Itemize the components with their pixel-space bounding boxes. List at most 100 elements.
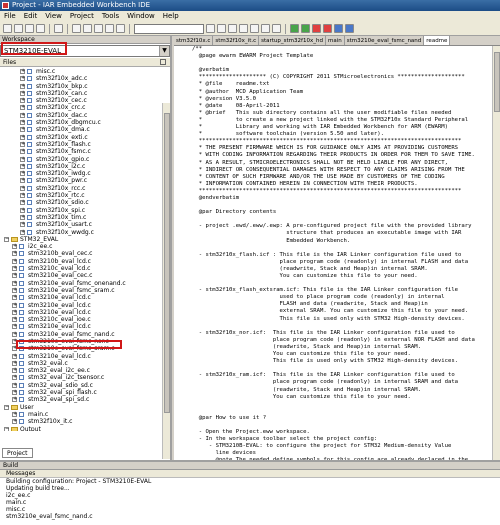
- message-line[interactable]: Updating build tree...: [0, 485, 500, 492]
- message-line[interactable]: misc.c: [0, 506, 500, 513]
- tree-file[interactable]: + stm32f10x_tim.c: [0, 214, 170, 221]
- expand-icon[interactable]: +: [12, 317, 17, 323]
- expand-icon[interactable]: +: [12, 309, 17, 315]
- expand-icon[interactable]: +: [12, 258, 17, 264]
- tree-folder[interactable]: − Output: [0, 426, 170, 431]
- tab-project[interactable]: Project: [2, 448, 33, 458]
- expand-icon[interactable]: +: [12, 331, 17, 337]
- bookmark-next-icon[interactable]: [250, 24, 259, 33]
- menu-tools[interactable]: Tools: [98, 11, 123, 22]
- tree-file[interactable]: + stm32_eval_i2c_tsensor.c: [0, 374, 170, 381]
- tree-file[interactable]: + main.c: [0, 411, 170, 418]
- paste-icon[interactable]: [94, 24, 103, 33]
- tree-file[interactable]: + stm3210b_eval_cec.c: [0, 250, 170, 257]
- tree-file[interactable]: + stm32_eval_sdio_sd.c: [0, 382, 170, 389]
- message-line[interactable]: main.c: [0, 499, 500, 506]
- expand-icon[interactable]: +: [20, 134, 25, 140]
- menu-window[interactable]: Window: [123, 11, 159, 22]
- editor-tab[interactable]: main: [326, 36, 345, 45]
- tree-file[interactable]: + stm3210e_eval_lcd.c: [0, 294, 170, 301]
- editor-tab[interactable]: stm3210e_eval_fsmc_nand: [345, 36, 425, 45]
- tree-file[interactable]: + stm3210e_eval_lcd.c: [0, 323, 170, 330]
- expand-icon[interactable]: +: [12, 368, 17, 374]
- editor-tab[interactable]: readme: [424, 36, 451, 45]
- new-file-icon[interactable]: [3, 24, 12, 33]
- make-icon[interactable]: [301, 24, 310, 33]
- expand-icon[interactable]: +: [12, 302, 17, 308]
- save-icon[interactable]: [25, 24, 34, 33]
- tree-file[interactable]: + stm3210e_eval_lcd.c: [0, 353, 170, 360]
- download-debug-icon[interactable]: [345, 24, 354, 33]
- tree-folder[interactable]: − STM32_EVAL: [0, 236, 170, 243]
- bookmark-icon[interactable]: [239, 24, 248, 33]
- tree-file[interactable]: + stm32f10x_crc.c: [0, 104, 170, 111]
- menu-view[interactable]: View: [41, 11, 66, 22]
- scroll-thumb[interactable]: [164, 113, 170, 413]
- menu-project[interactable]: Project: [66, 11, 98, 22]
- tree-file[interactable]: + stm3210e_eval_fsmc_nand.c: [0, 331, 170, 338]
- breakpoint-icon[interactable]: [323, 24, 332, 33]
- tree-file[interactable]: + stm32f10x_sdio.c: [0, 199, 170, 206]
- tree-file[interactable]: + stm3210e_eval_lcd.c: [0, 309, 170, 316]
- expand-icon[interactable]: +: [20, 83, 25, 89]
- expand-icon[interactable]: +: [20, 178, 25, 184]
- collapse-icon[interactable]: −: [4, 404, 9, 410]
- tree-file[interactable]: + stm32_eval_spi_flash.c: [0, 389, 170, 396]
- stop-build-icon[interactable]: [312, 24, 321, 33]
- tree-file[interactable]: + stm3210e_eval_fsmc_nor.c: [0, 338, 170, 345]
- expand-icon[interactable]: +: [20, 200, 25, 206]
- expand-icon[interactable]: +: [20, 163, 25, 169]
- expand-icon[interactable]: +: [20, 207, 25, 213]
- tree-file[interactable]: + stm32f10x_flash.c: [0, 141, 170, 148]
- open-icon[interactable]: [14, 24, 23, 33]
- tree-file[interactable]: + stm32f10x_it.c: [0, 418, 170, 425]
- expand-icon[interactable]: +: [12, 280, 17, 286]
- expand-icon[interactable]: +: [20, 120, 25, 126]
- tree-file[interactable]: + stm32f10x_iwdg.c: [0, 170, 170, 177]
- expand-icon[interactable]: +: [20, 156, 25, 162]
- expand-icon[interactable]: +: [20, 229, 25, 235]
- tree-file[interactable]: + stm32f10x_usart.c: [0, 221, 170, 228]
- expand-icon[interactable]: +: [12, 353, 17, 359]
- copy-icon[interactable]: [83, 24, 92, 33]
- tree-file[interactable]: + stm3210c_eval_lcd.c: [0, 265, 170, 272]
- editor-tab[interactable]: stm32f10x.c: [174, 36, 214, 45]
- expand-icon[interactable]: +: [12, 411, 17, 417]
- tree-file[interactable]: + stm32f10x_rcc.c: [0, 185, 170, 192]
- tree-file[interactable]: + stm32f10x_exti.c: [0, 134, 170, 141]
- collapse-icon[interactable]: −: [4, 426, 9, 431]
- tree-file[interactable]: + stm3210e_eval_fsmc_sram.c: [0, 287, 170, 294]
- expand-icon[interactable]: +: [20, 222, 25, 228]
- find-combo[interactable]: [134, 23, 204, 34]
- tree-file[interactable]: + stm32f10x_rtc.c: [0, 192, 170, 199]
- expand-icon[interactable]: +: [20, 69, 25, 74]
- tree-file[interactable]: + stm3210c_eval_ioe.c: [0, 316, 170, 323]
- expand-icon[interactable]: +: [12, 382, 17, 388]
- expand-icon[interactable]: +: [12, 397, 17, 403]
- nav-forward-icon[interactable]: [272, 24, 281, 33]
- tree-file[interactable]: + stm32_eval.c: [0, 360, 170, 367]
- expand-icon[interactable]: +: [12, 338, 17, 344]
- expand-icon[interactable]: +: [20, 76, 25, 82]
- message-line[interactable]: i2c_ee.c: [0, 492, 500, 499]
- expand-icon[interactable]: +: [20, 193, 25, 199]
- expand-icon[interactable]: +: [20, 149, 25, 155]
- collapse-icon[interactable]: −: [4, 236, 9, 242]
- tree-file[interactable]: + stm3210e_eval_fsmc_onenand.c: [0, 280, 170, 287]
- expand-icon[interactable]: +: [12, 295, 17, 301]
- menu-help[interactable]: Help: [159, 11, 183, 22]
- tree-file[interactable]: + i2c_ee.c: [0, 243, 170, 250]
- column-options-icon[interactable]: [160, 59, 166, 65]
- menu-edit[interactable]: Edit: [20, 11, 42, 22]
- redo-icon[interactable]: [116, 24, 125, 33]
- print-icon[interactable]: [54, 24, 63, 33]
- tree-file[interactable]: + stm32f10x_bkp.c: [0, 83, 170, 90]
- tree-file[interactable]: + stm3210b_eval_lcd.c: [0, 258, 170, 265]
- editor-scrollbar[interactable]: [492, 46, 500, 460]
- editor-tab[interactable]: stm32f10x_it.c: [213, 36, 260, 45]
- tree-file[interactable]: + stm3210e_eval_fsmc_sram.c: [0, 345, 170, 352]
- expand-icon[interactable]: +: [20, 214, 25, 220]
- scroll-thumb[interactable]: [494, 52, 500, 112]
- editor-tab[interactable]: startup_stm32f10x_hd: [259, 36, 326, 45]
- expand-icon[interactable]: +: [20, 185, 25, 191]
